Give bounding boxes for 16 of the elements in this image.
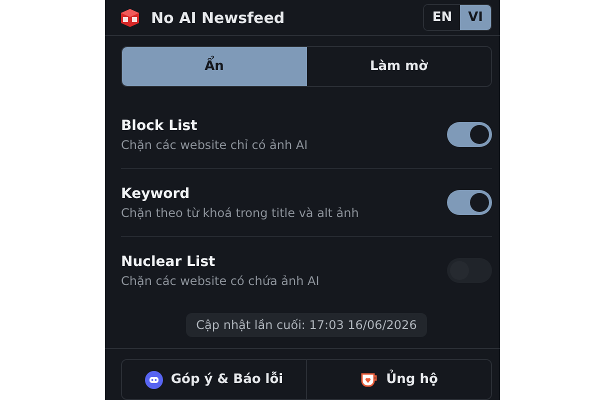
toggle-switch[interactable] — [447, 122, 492, 147]
setting-title: Nuclear List — [121, 254, 216, 270]
last-updated-badge: Cập nhật lần cuối: 17:03 16/06/2026 — [186, 313, 427, 337]
mode-tab[interactable]: Ẩn — [122, 47, 306, 86]
cube-logo-icon — [119, 8, 141, 28]
setting-description: Chặn theo từ khoá trong title và alt ảnh — [121, 206, 359, 220]
support-button[interactable]: Ủng hộ — [306, 360, 491, 399]
setting-title: Block List — [121, 118, 198, 134]
language-button[interactable]: VI — [460, 5, 491, 30]
toggle-switch[interactable] — [447, 190, 492, 215]
chat-bubble-icon — [144, 370, 163, 388]
cup-icon — [360, 372, 378, 388]
setting-title: Keyword — [121, 186, 191, 202]
setting-description: Chặn các website có chứa ảnh AI — [121, 274, 320, 288]
setting-description: Chặn các website chỉ có ảnh AI — [121, 138, 308, 152]
app-title: No AI Newsfeed — [151, 8, 286, 26]
